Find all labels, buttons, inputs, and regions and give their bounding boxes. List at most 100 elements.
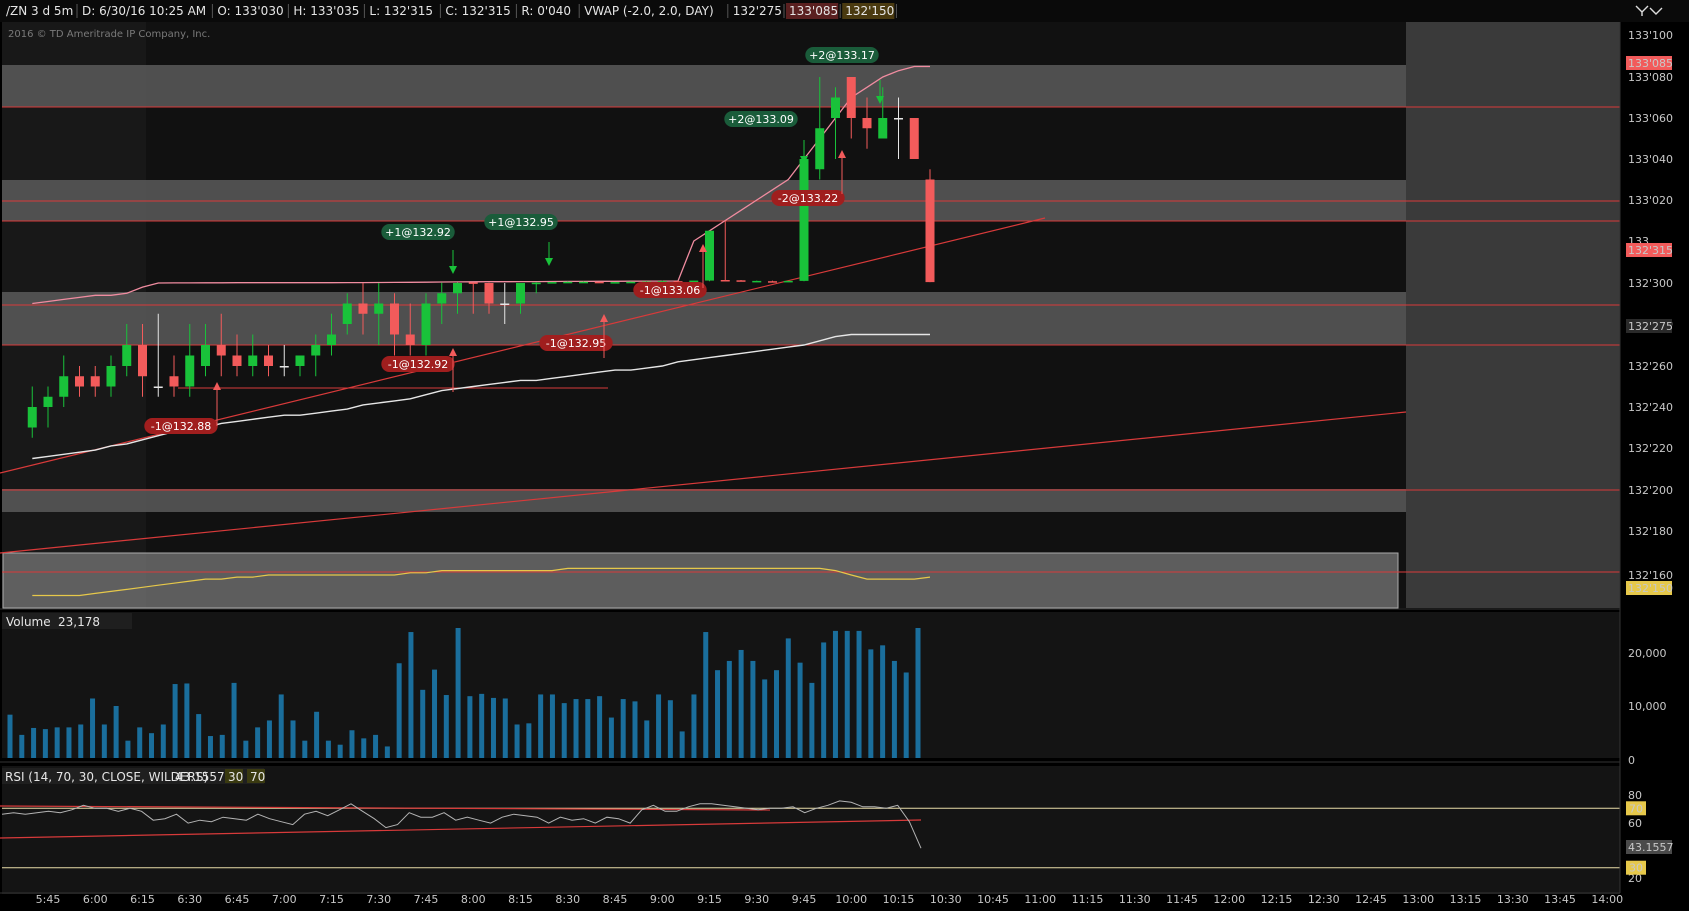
- volume-bar: [844, 630, 850, 758]
- trade-tag-label: -1@132.88: [151, 420, 211, 433]
- volume-bar: [255, 727, 261, 758]
- candle-body: [405, 334, 415, 345]
- volume-bar: [160, 724, 166, 758]
- candle-body: [358, 303, 368, 314]
- candle-body: [374, 303, 384, 314]
- candle-body: [894, 118, 903, 120]
- candle-body: [153, 386, 163, 388]
- volume-bar: [703, 632, 709, 758]
- trade-tag-label: -2@133.22: [778, 192, 838, 205]
- volume-bar: [384, 746, 390, 758]
- price-tick-label: 132'160: [1628, 569, 1673, 582]
- time-tick-label: 11:45: [1166, 893, 1198, 906]
- time-tick-label: 5:45: [36, 893, 61, 906]
- candle-body: [327, 334, 336, 345]
- volume-bar: [349, 730, 355, 758]
- volume-bar: [880, 645, 886, 758]
- price-tick-label: 132'240: [1628, 401, 1673, 414]
- time-tick-label: 7:15: [319, 893, 344, 906]
- volume-bar: [891, 660, 897, 758]
- header-field: /ZN 3 d 5m: [6, 4, 73, 18]
- time-tick-label: 8:00: [461, 893, 486, 906]
- candle-body: [768, 281, 777, 283]
- rsi-value-tag-label: 43.1557: [1628, 841, 1674, 854]
- candle-body: [736, 280, 746, 282]
- price-tick-label: 132'200: [1628, 484, 1673, 497]
- time-tick-label: 13:30: [1497, 893, 1529, 906]
- trade-tag-label: +1@132.92: [385, 226, 451, 239]
- volume-bar: [325, 740, 331, 758]
- time-tick-label: 11:00: [1024, 893, 1056, 906]
- header-field: D: 6/30/16 10:25 AM: [82, 4, 206, 18]
- time-tick-label: 10:45: [977, 893, 1009, 906]
- volume-bar: [443, 695, 449, 758]
- volume-last-value: 23,178: [58, 615, 100, 629]
- volume-bar: [432, 669, 438, 758]
- volume-tick-label: 10,000: [1628, 700, 1667, 713]
- volume-bar: [561, 703, 567, 758]
- time-tick-label: 9:45: [792, 893, 817, 906]
- candle-body: [846, 77, 856, 118]
- volume-bar: [785, 638, 791, 758]
- volume-bar: [54, 727, 60, 758]
- volume-bar: [231, 682, 237, 758]
- volume-bar: [337, 744, 343, 758]
- candle-body: [563, 281, 573, 284]
- price-tag-label: 132'150: [1628, 582, 1673, 595]
- candle-body: [594, 281, 604, 284]
- time-tick-label: 11:15: [1072, 893, 1104, 906]
- volume-bar: [538, 694, 544, 758]
- header-field: 133'085: [789, 4, 838, 18]
- volume-bar: [597, 696, 603, 758]
- time-tick-label: 12:15: [1261, 893, 1293, 906]
- volume-bar: [196, 714, 202, 758]
- volume-bar: [832, 630, 838, 758]
- candle-body: [831, 97, 840, 118]
- candle-body: [689, 280, 699, 283]
- volume-bar: [455, 628, 461, 758]
- volume-bar: [514, 724, 520, 758]
- candle-body: [484, 283, 494, 304]
- zone-1: [2, 65, 1406, 107]
- volume-bar: [420, 689, 426, 758]
- candle-body: [185, 355, 195, 387]
- candle-body: [75, 376, 84, 387]
- time-tick-label: 12:45: [1355, 893, 1387, 906]
- volume-bar: [266, 720, 272, 758]
- header-field: L: 132'315: [369, 4, 433, 18]
- volume-bar: [679, 731, 685, 758]
- candle-body: [531, 282, 541, 285]
- trade-tag-label: -1@132.95: [546, 337, 606, 350]
- price-tick-label: 132'300: [1628, 277, 1673, 290]
- volume-bar: [502, 698, 508, 758]
- volume-bar: [19, 734, 25, 758]
- volume-bar: [715, 670, 721, 758]
- volume-bar: [172, 684, 178, 758]
- candle-body: [59, 376, 69, 397]
- time-tick-label: 7:30: [366, 893, 391, 906]
- candle-body: [610, 282, 620, 284]
- volume-bar: [396, 663, 402, 758]
- volume-bar: [809, 682, 815, 758]
- volume-bar: [125, 740, 131, 758]
- time-tick-label: 6:00: [83, 893, 108, 906]
- volume-bar: [773, 670, 779, 758]
- volume-bar: [644, 720, 650, 758]
- volume-bar: [467, 696, 473, 758]
- price-tag-label: 133'085: [1628, 57, 1673, 70]
- header-field: O: 133'030: [217, 4, 283, 18]
- rsi-tag-label: 70: [1629, 802, 1643, 815]
- candle-body: [264, 355, 273, 366]
- volume-tick-label: 0: [1628, 754, 1635, 767]
- candle-body: [43, 396, 53, 407]
- time-tick-label: 6:15: [130, 893, 155, 906]
- price-tag-label: 132'315: [1628, 244, 1673, 257]
- volume-tick-label: 20,000: [1628, 647, 1667, 660]
- price-tick-label: 133'060: [1628, 112, 1673, 125]
- candle-body: [878, 118, 888, 139]
- candle-body: [27, 407, 37, 428]
- price-tick-label: 133'040: [1628, 153, 1673, 166]
- header-field: VWAP (-2.0, 2.0, DAY): [584, 4, 713, 18]
- time-tick-label: 11:30: [1119, 893, 1151, 906]
- volume-bar: [314, 711, 320, 758]
